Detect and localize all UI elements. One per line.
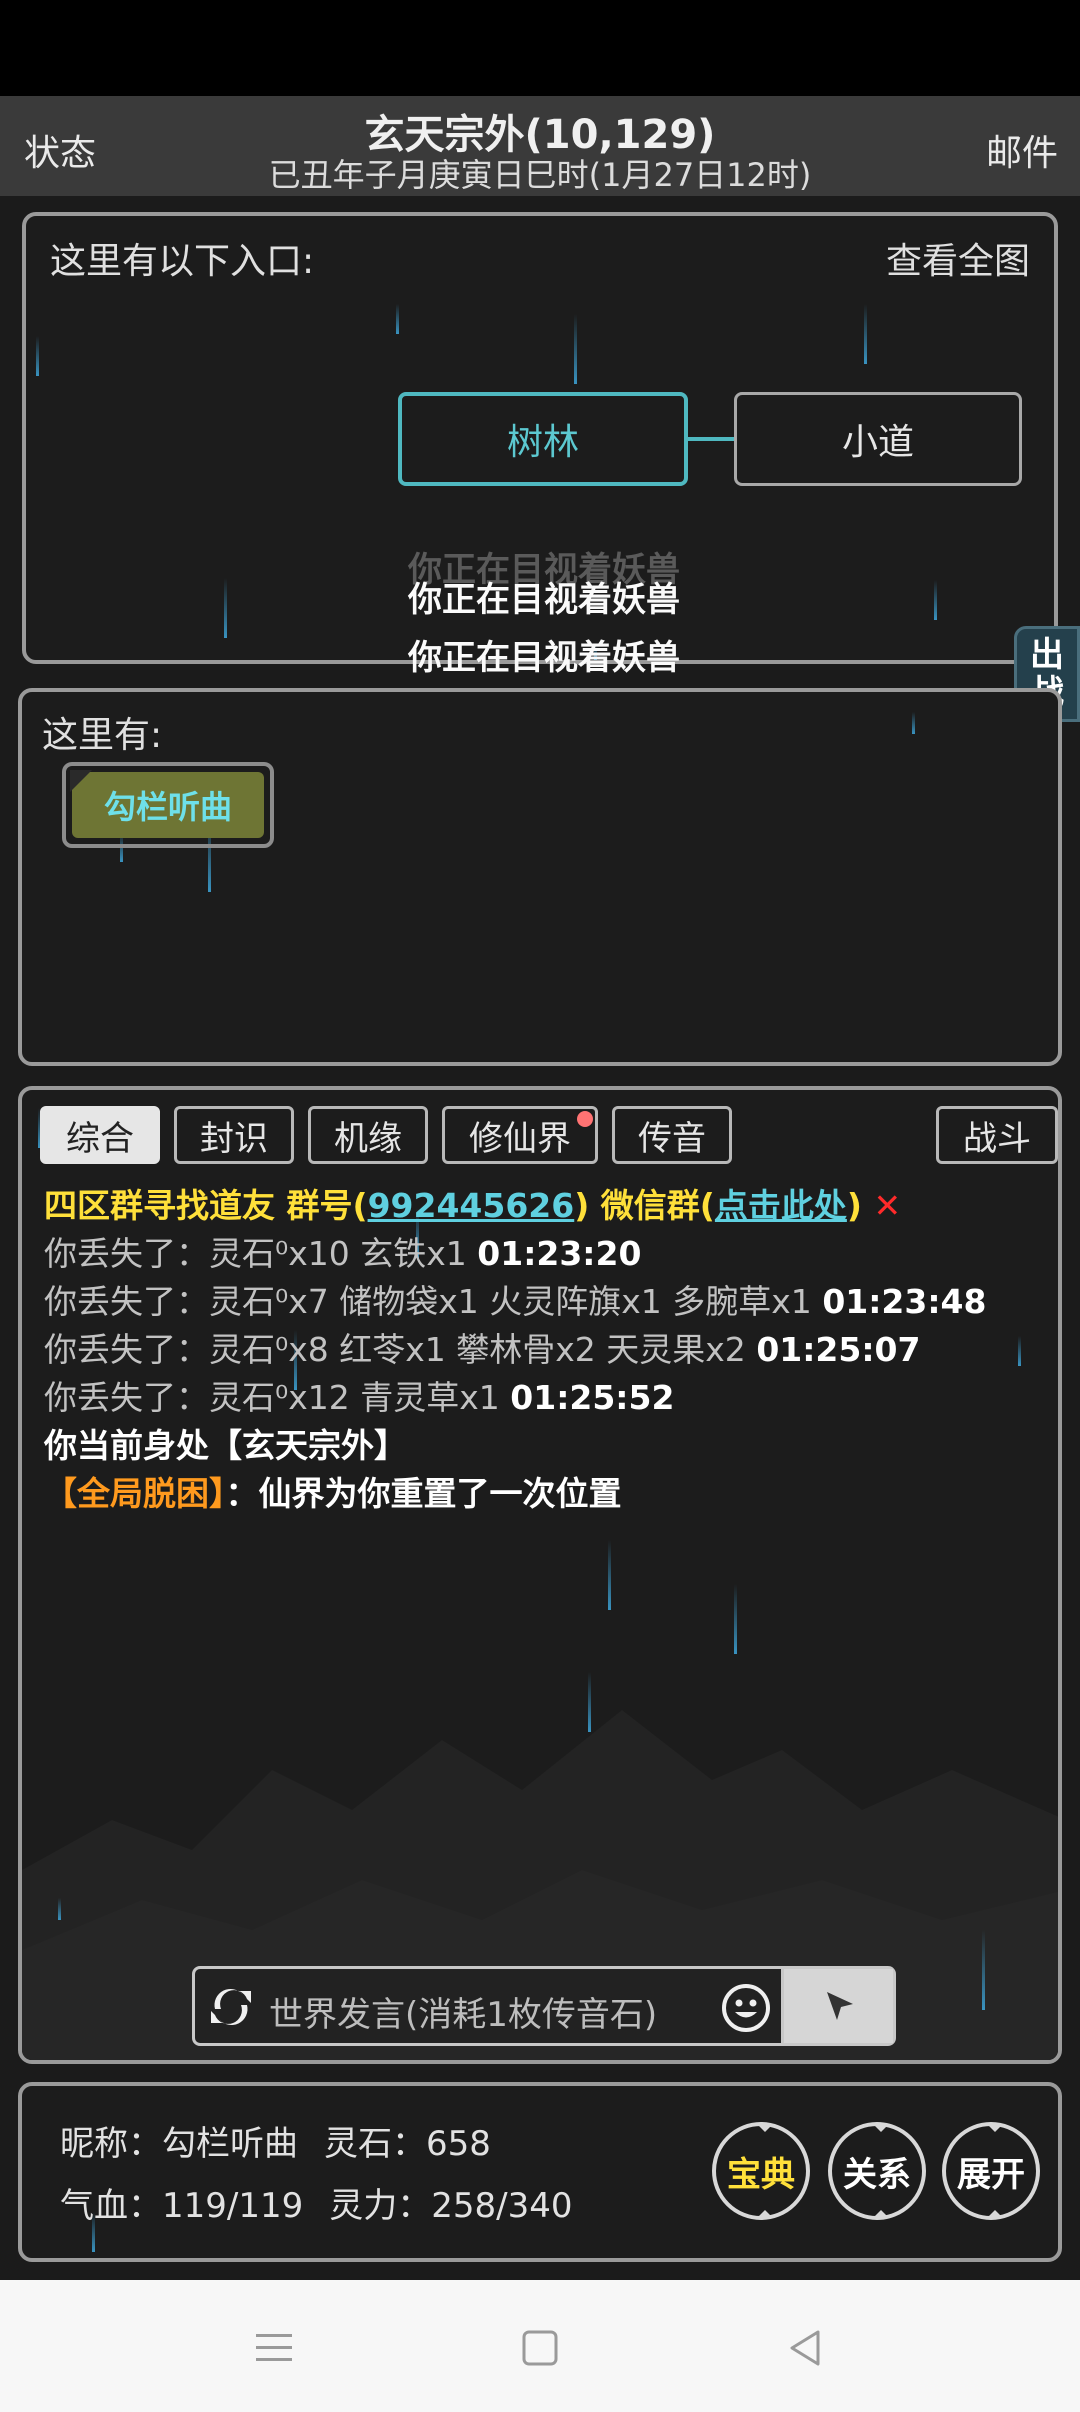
ad-message: 四区群寻找道友 群号(992445626) 微信群(点击此处) ✕: [44, 1182, 1044, 1230]
chat-tabs: 综合 封识 机缘 修仙界 传音 战斗: [40, 1106, 1058, 1166]
tab-immortal-world-label: 修仙界: [469, 1118, 571, 1159]
exits-panel: 这里有以下入口: 查看全图 树林 小道 你正在目视着妖兽 你正在目视着妖兽 你正…: [22, 212, 1058, 678]
player-status-panel: 昵称：勾栏听曲 灵石：658 气血：119/119 灵力：258/340 宝典 关系…: [18, 2082, 1062, 2262]
loss-text: 你丢失了：灵石⁰x10 玄铁x1: [44, 1234, 467, 1273]
global-msg: 仙界为你重置了一次位置: [258, 1474, 622, 1513]
global-sep: ：: [225, 1474, 259, 1513]
here-panel: 这里有: 勾栏听曲: [18, 688, 1062, 1066]
mp-value: 258/340: [431, 2186, 573, 2226]
global-reset-message: 【全局脱困】：仙界为你重置了一次位置: [44, 1470, 1044, 1518]
status-row-2: 气血：119/119 灵力：258/340: [60, 2178, 573, 2227]
mail-button[interactable]: 邮件: [986, 124, 1058, 176]
expand-button[interactable]: 展开: [942, 2122, 1040, 2220]
nickname-label: 昵称：: [60, 2124, 162, 2164]
send-button[interactable]: [781, 1969, 893, 2043]
exits-label: 这里有以下入口:: [50, 241, 315, 282]
ad-suffix: ): [846, 1186, 862, 1225]
loss-time: 01:25:52: [510, 1378, 675, 1417]
mp-label: 灵力：: [329, 2186, 432, 2226]
view-full-map-link[interactable]: 查看全图: [886, 232, 1030, 284]
spirit-stone-label: 灵石：: [324, 2124, 426, 2164]
group-number-link[interactable]: 992445626: [368, 1186, 575, 1225]
loss-message: 你丢失了：灵石⁰x7 储物袋x1 火灵阵旗x1 多腕草x1 01:23:48: [44, 1278, 1044, 1326]
status-row-1: 昵称：勾栏听曲 灵石：658: [60, 2116, 491, 2165]
wechat-group-link[interactable]: 点击此处: [715, 1186, 847, 1225]
loss-time: 01:25:07: [756, 1330, 921, 1369]
battle-tab-char-1: 出: [1030, 635, 1064, 675]
loss-text: 你丢失了：灵石⁰x7 储物袋x1 火灵阵旗x1 多腕草x1: [44, 1282, 812, 1321]
system-nav-bar: [0, 2280, 1080, 2412]
loss-text: 你丢失了：灵石⁰x8 红苓x1 攀林骨x2 天灵果x2: [44, 1330, 746, 1369]
top-header: 状态 玄天宗外(10,129) 已丑年子月庚寅日巳时(1月27日12时) 邮件: [0, 96, 1080, 196]
chat-messages: 四区群寻找道友 群号(992445626) 微信群(点击此处) ✕ 你丢失了：灵…: [44, 1182, 1044, 1518]
loss-time: 01:23:20: [477, 1234, 642, 1273]
switch-channel-icon[interactable]: [203, 1979, 259, 2035]
tab-battle[interactable]: 战斗: [936, 1106, 1058, 1164]
world-chat-input-bar: 世界发言(消耗1枚传音石): [192, 1966, 896, 2046]
floating-message: 你正在目视着妖兽: [408, 638, 680, 678]
game-datetime: 已丑年子月庚寅日巳时(1月27日12时): [268, 156, 812, 194]
npc-name: 勾栏听曲: [70, 770, 264, 838]
chat-panel: 综合 封识 机缘 修仙界 传音 战斗 四区群寻找道友 群号(992445626)…: [18, 1086, 1062, 2064]
ad-prefix: 四区群寻找道友 群号(: [44, 1186, 368, 1225]
tab-immortal-world[interactable]: 修仙界: [442, 1106, 598, 1164]
loss-text: 你丢失了：灵石⁰x12 青灵草x1: [44, 1378, 500, 1417]
exit-button-forest[interactable]: 树林: [398, 392, 688, 486]
floating-message: 你正在目视着妖兽: [408, 580, 680, 620]
emoji-icon[interactable]: [721, 1983, 771, 2033]
global-tag: 【全局脱困】: [44, 1474, 226, 1513]
hp-label: 气血：: [60, 2186, 162, 2226]
loss-time: 01:23:48: [822, 1282, 987, 1321]
notification-dot-icon: [577, 1111, 593, 1127]
world-chat-input[interactable]: 世界发言(消耗1枚传音石): [269, 1987, 657, 2036]
hp-value: 119/119: [162, 2186, 304, 2226]
spirit-stone-value: 658: [426, 2124, 491, 2164]
npc-chip[interactable]: 勾栏听曲: [62, 762, 274, 848]
treasure-book-button[interactable]: 宝典: [712, 2122, 810, 2220]
exit-connector-line: [688, 437, 734, 441]
ad-middle: ) 微信群(: [574, 1186, 715, 1225]
tab-fortune[interactable]: 机缘: [308, 1106, 428, 1164]
back-icon[interactable]: [782, 2324, 830, 2372]
relations-button[interactable]: 关系: [828, 2122, 926, 2220]
tab-whisper[interactable]: 传音: [612, 1106, 732, 1164]
system-status-bar: [0, 0, 1080, 96]
location-message: 你当前身处【玄天宗外】: [44, 1426, 407, 1465]
exit-button-path[interactable]: 小道: [734, 392, 1022, 486]
loss-message: 你丢失了：灵石⁰x8 红苓x1 攀林骨x2 天灵果x2 01:25:07: [44, 1326, 1044, 1374]
loss-message: 你丢失了：灵石⁰x10 玄铁x1 01:23:20: [44, 1230, 1044, 1278]
nickname-value: 勾栏听曲: [162, 2124, 298, 2164]
tab-seal[interactable]: 封识: [174, 1106, 294, 1164]
tab-general[interactable]: 综合: [40, 1106, 160, 1164]
here-label: 这里有:: [42, 715, 163, 756]
cursor-icon: [826, 1992, 853, 2020]
home-icon[interactable]: [516, 2324, 564, 2372]
menu-icon[interactable]: [250, 2324, 298, 2372]
close-ad-icon[interactable]: ✕: [873, 1186, 901, 1225]
loss-message: 你丢失了：灵石⁰x12 青灵草x1 01:25:52: [44, 1374, 1044, 1422]
